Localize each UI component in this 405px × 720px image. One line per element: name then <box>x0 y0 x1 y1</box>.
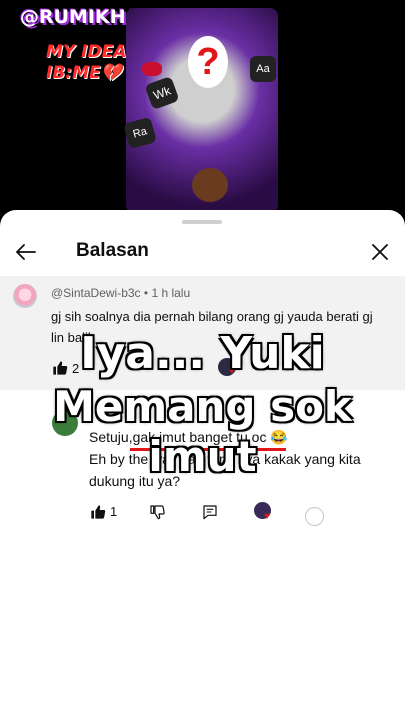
drag-handle[interactable] <box>182 220 222 224</box>
thumbs-down-icon[interactable] <box>149 504 165 520</box>
comment-time: 1 h lalu <box>151 286 191 300</box>
teddy-bear <box>192 168 228 202</box>
like-count: 1 <box>110 504 118 519</box>
video-player[interactable]: @RUMIKHAIRA MY IDEA IB:ME💔 ✦ ? Wk Aa Ra <box>0 0 405 215</box>
thumbs-up-icon[interactable] <box>90 504 106 520</box>
bow-decoration <box>142 62 162 76</box>
question-mark-badge: ? <box>188 36 228 88</box>
comment-meta: @SintaDewi-b3c • 1 h lalu <box>51 286 190 300</box>
art-tag-aa: Aa <box>250 56 276 82</box>
sheet-title: Balasan <box>76 240 149 261</box>
idea-line-2: IB:ME💔 <box>46 63 122 83</box>
character-artwork: ? Wk Aa Ra <box>123 8 278 213</box>
art-tag-ra: Ra <box>123 116 157 150</box>
circle-icon[interactable] <box>305 507 324 526</box>
meta-separator: • <box>140 286 152 300</box>
avatar[interactable] <box>13 284 37 308</box>
overlay-caption-line-1: Iya... Yuki <box>79 327 325 380</box>
back-arrow-icon[interactable] <box>14 240 38 264</box>
overlay-caption-line-2: Memang sok imut <box>52 381 352 482</box>
sheet-header: Balasan <box>0 226 405 278</box>
reply-icon[interactable] <box>202 504 218 520</box>
comment-author[interactable]: @SintaDewi-b3c <box>51 286 141 300</box>
idea-caption: MY IDEA IB:ME💔 <box>46 42 126 84</box>
idea-line-1: MY IDEA <box>46 42 127 62</box>
art-tag-wk: Wk <box>144 75 180 111</box>
heart-icon: ♥ <box>264 511 270 522</box>
close-icon[interactable] <box>368 240 392 264</box>
